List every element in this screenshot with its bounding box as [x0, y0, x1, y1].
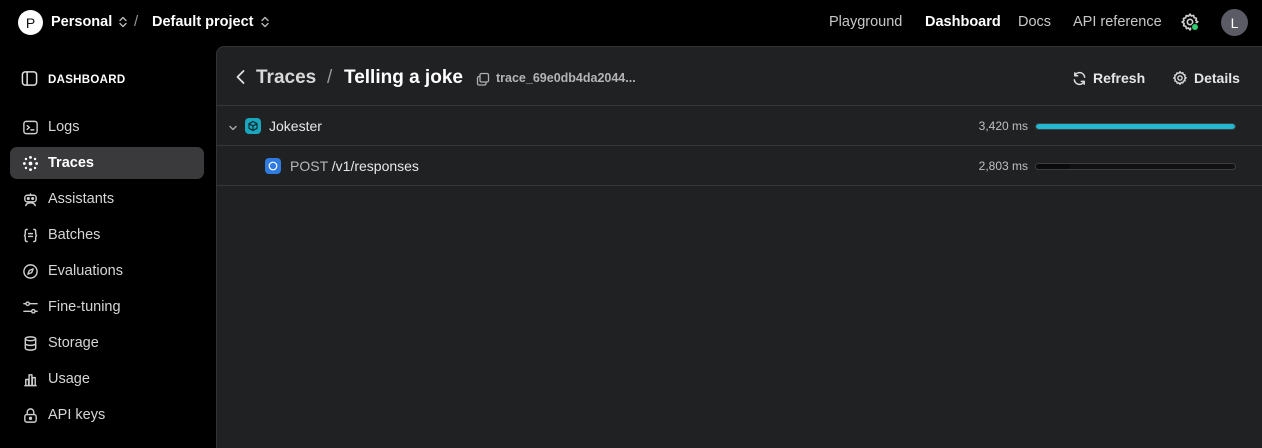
agent-cube-icon [245, 118, 261, 134]
gear-icon [1173, 71, 1187, 85]
sidebar-item-label: Usage [48, 371, 90, 387]
refresh-button[interactable]: Refresh [1072, 70, 1145, 86]
breadcrumb-separator: / [134, 13, 139, 30]
trace-header: Traces / Telling a joke trace_69e0db4da2… [217, 47, 1262, 106]
refresh-icon [1073, 71, 1086, 85]
span-timeline-track [1035, 123, 1236, 130]
sidebar-item-label: Assistants [48, 191, 115, 207]
span-duration: 3,420 ms [978, 119, 1028, 133]
chevron-updown-icon [118, 16, 128, 28]
database-icon [21, 334, 39, 352]
sidebar-item-batches[interactable]: Batches [10, 219, 204, 251]
details-label: Details [1194, 70, 1240, 86]
compass-icon [21, 262, 39, 280]
org-selector[interactable]: Personal [51, 14, 128, 30]
lock-icon [21, 406, 39, 424]
nav-dashboard[interactable]: Dashboard [925, 14, 1001, 30]
span-row-jokester[interactable]: Jokester 3,420 ms [217, 106, 1262, 146]
sidebar-item-label: API keys [48, 407, 106, 423]
span-row-responses[interactable]: POST /v1/responses 2,803 ms [217, 146, 1262, 186]
user-avatar[interactable]: L [1221, 9, 1248, 36]
span-path: /v1/responses [331, 158, 419, 174]
sidebar-item-label: Storage [48, 335, 99, 351]
status-dot [1191, 23, 1199, 31]
sidebar-item-evaluations[interactable]: Evaluations [10, 255, 204, 287]
span-method: POST [290, 158, 328, 174]
sidebar-item-api-keys[interactable]: API keys [10, 399, 204, 431]
robot-icon [21, 190, 39, 208]
sidebar-item-label: Fine-tuning [48, 299, 121, 315]
breadcrumb-traces-link[interactable]: Traces [256, 67, 316, 89]
trace-id[interactable]: trace_69e0db4da2044... [496, 71, 636, 85]
response-circle-icon [265, 158, 281, 174]
page-title: Telling a joke [344, 67, 463, 88]
refresh-label: Refresh [1093, 70, 1146, 86]
project-selector[interactable]: Default project [152, 14, 270, 30]
span-name: POST /v1/responses [290, 158, 419, 174]
chevron-down-icon[interactable] [228, 120, 238, 138]
sidebar-item-storage[interactable]: Storage [10, 327, 204, 359]
nav-docs[interactable]: Docs [1018, 14, 1051, 30]
top-bar: P Personal / Default project Playground … [0, 0, 1262, 44]
copy-icon[interactable] [476, 72, 490, 91]
sidebar: DASHBOARD Logs Traces Assistants Batches… [0, 44, 216, 448]
span-timeline-track [1035, 163, 1236, 170]
chevron-left-icon[interactable] [234, 69, 248, 90]
braces-icon [21, 226, 39, 244]
sidebar-item-label: Evaluations [48, 263, 123, 279]
span-timeline-bar [1036, 164, 1070, 169]
nav-playground[interactable]: Playground [829, 14, 902, 30]
sidebar-item-label: Batches [48, 227, 101, 243]
span-duration: 2,803 ms [978, 159, 1028, 173]
sidebar-item-usage[interactable]: Usage [10, 363, 204, 395]
traces-icon [21, 154, 39, 172]
org-name: Personal [51, 14, 113, 30]
breadcrumb-separator: / [327, 67, 333, 88]
sidebar-item-traces[interactable]: Traces [10, 147, 204, 179]
terminal-icon [21, 118, 39, 136]
nav-api-reference[interactable]: API reference [1073, 14, 1162, 30]
bar-chart-icon [21, 370, 39, 388]
sidebar-item-logs[interactable]: Logs [10, 111, 204, 143]
sidebar-item-label: Traces [48, 155, 94, 171]
span-name: Jokester [269, 118, 322, 134]
details-button[interactable]: Details [1172, 70, 1240, 86]
sliders-icon [21, 298, 39, 316]
project-name: Default project [152, 14, 254, 30]
sidebar-item-assistants[interactable]: Assistants [10, 183, 204, 215]
span-timeline-bar [1036, 124, 1235, 129]
sidebar-item-fine-tuning[interactable]: Fine-tuning [10, 291, 204, 323]
sidebar-item-label: Logs [48, 119, 80, 135]
org-avatar[interactable]: P [18, 10, 43, 35]
sidebar-header: DASHBOARD [21, 70, 125, 90]
trace-panel: Traces / Telling a joke trace_69e0db4da2… [216, 46, 1262, 448]
sidebar-header-label: DASHBOARD [48, 74, 126, 86]
sidebar-panel-icon[interactable] [21, 70, 48, 90]
chevron-updown-icon [260, 16, 270, 28]
